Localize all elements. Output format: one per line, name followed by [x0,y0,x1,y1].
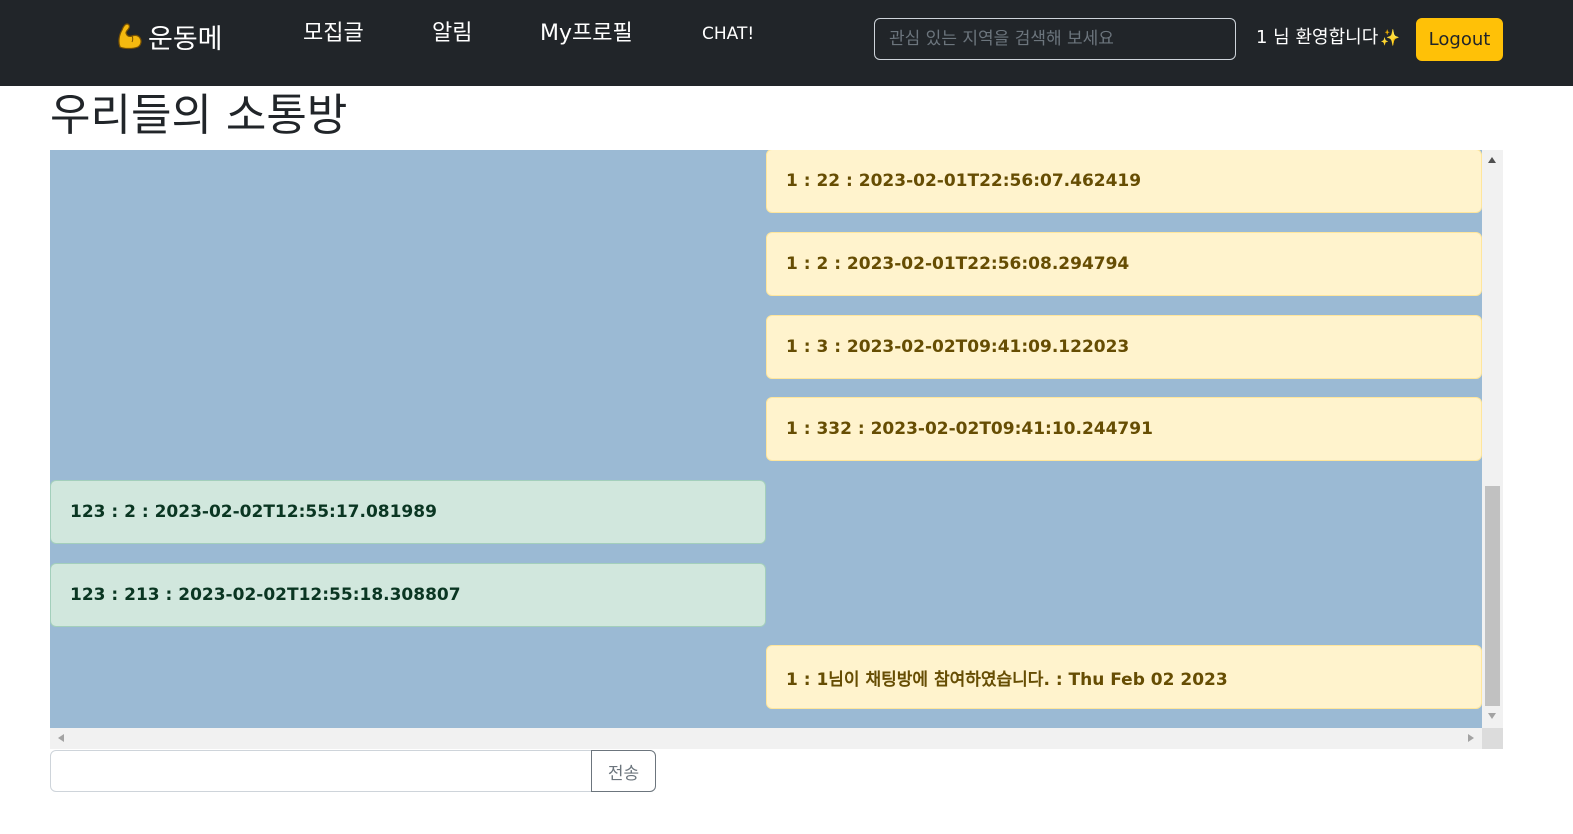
nav-link-notifications[interactable]: 알림 [432,16,472,52]
scroll-up-arrow-icon[interactable] [1488,157,1496,163]
brand-link[interactable]: 운동메 [114,16,223,56]
message-input[interactable] [50,750,592,792]
chat-messages[interactable]: 1 : 22 : 2023-02-01T22:56:07.462419 1 : … [50,150,1482,728]
sparkles-icon: ✨ [1380,28,1401,47]
nav-link-my-profile[interactable]: My프로필 [540,16,633,52]
send-button[interactable]: 전송 [591,750,656,792]
scroll-right-arrow-icon[interactable] [1468,734,1474,742]
welcome-message: 1 님 환영합니다 ✨ [1256,22,1400,54]
vertical-scrollbar[interactable] [1482,150,1503,728]
scrollbar-corner [1482,728,1503,749]
search-input[interactable] [874,18,1236,60]
scroll-down-arrow-icon[interactable] [1488,713,1496,719]
page-title: 우리들의 소통방 [50,90,348,141]
chat-message-mine: 1 : 332 : 2023-02-02T09:41:10.244791 [766,397,1482,461]
chat-message-mine: 1 : 2 : 2023-02-01T22:56:08.294794 [766,232,1482,296]
nav-link-recruit[interactable]: 모집글 [303,16,364,52]
nav-link-chat[interactable]: CHAT! [702,16,754,52]
horizontal-scrollbar[interactable] [50,728,1482,749]
chat-message-other: 123 : 213 : 2023-02-02T12:55:18.308807 [50,563,766,627]
chat-message-other: 123 : 2 : 2023-02-02T12:55:17.081989 [50,480,766,544]
brand-name: 운동메 [148,23,223,55]
vertical-scroll-thumb[interactable] [1485,486,1500,706]
chat-message-mine: 1 : 3 : 2023-02-02T09:41:09.122023 [766,315,1482,379]
flexed-biceps-icon [118,23,142,50]
logout-button[interactable]: Logout [1416,18,1503,61]
chat-message-mine: 1 : 22 : 2023-02-01T22:56:07.462419 [766,150,1482,213]
scroll-left-arrow-icon[interactable] [58,734,64,742]
chat-container: 1 : 22 : 2023-02-01T22:56:07.462419 1 : … [50,150,1503,749]
chat-message-mine: 1 : 1님이 채팅방에 참여하였습니다. : Thu Feb 02 2023 [766,645,1482,709]
navbar: 운동메 모집글 알림 My프로필 CHAT! 1 님 환영합니다 ✨ Logou… [0,0,1573,86]
welcome-text: 1 님 환영합니다 [1256,27,1379,48]
